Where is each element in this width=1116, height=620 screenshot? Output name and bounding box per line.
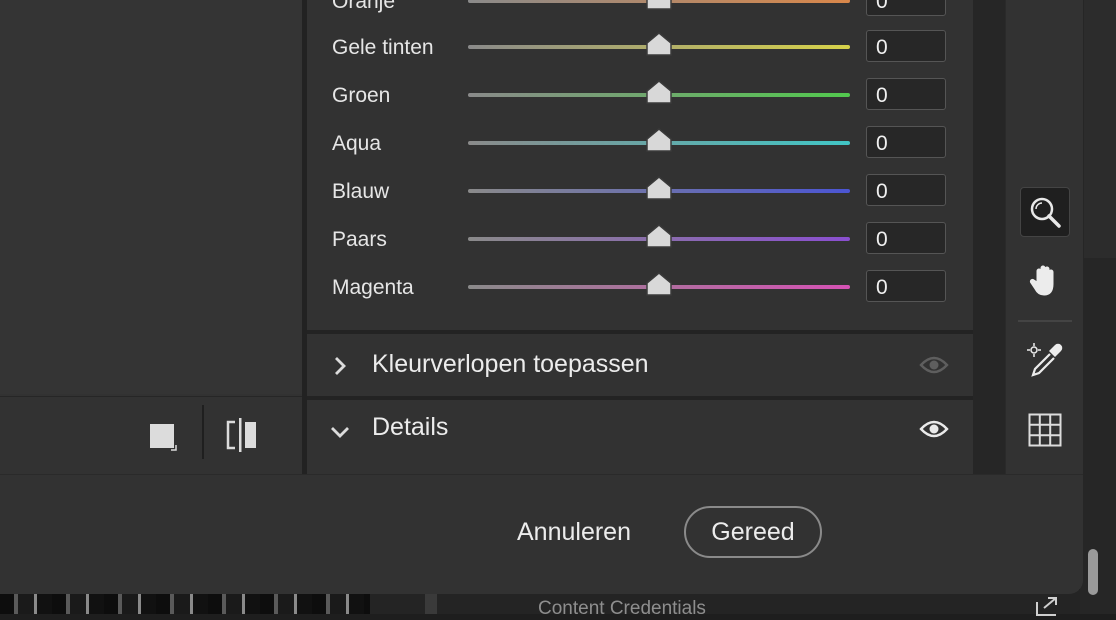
image-preview[interactable] — [0, 0, 302, 394]
external-link-icon[interactable] — [1034, 596, 1060, 616]
slider-thumb[interactable] — [645, 223, 673, 249]
background-color-button[interactable] — [142, 413, 186, 457]
content-credentials-label[interactable]: Content Credentials — [538, 598, 706, 620]
dialog-footer: Annuleren Gereed — [0, 474, 1083, 594]
color-sampler-button[interactable] — [1020, 336, 1070, 386]
slider-thumb[interactable] — [645, 31, 673, 57]
slider-thumb[interactable] — [645, 271, 673, 297]
slider-label: Gele tinten — [332, 36, 434, 59]
slider-label: Magenta — [332, 276, 414, 299]
slider-row: Aqua 0 — [307, 124, 973, 164]
grid-tool-button[interactable] — [1020, 405, 1070, 455]
done-button[interactable]: Gereed — [684, 506, 822, 558]
slider-label: Groen — [332, 84, 391, 107]
slider-value-input[interactable]: 0 — [866, 174, 946, 206]
tool-separator — [1018, 320, 1072, 322]
chevron-right-icon — [335, 357, 346, 375]
section-title: Details — [372, 413, 449, 441]
background-square-icon — [150, 424, 177, 451]
slider-thumb[interactable] — [645, 79, 673, 105]
slider-row: Magenta 0 — [307, 268, 973, 308]
compare-button[interactable] — [220, 413, 264, 457]
hand-icon — [1029, 265, 1054, 296]
slider-row: Gele tinten 0 — [307, 28, 973, 68]
grid-icon — [1028, 413, 1062, 447]
edit-dialog: Oranje 0 Gele tinten 0 Groen 0 Aqua 0 Blauw 0 Paar… — [0, 0, 1083, 594]
slider-value-input[interactable]: 0 — [866, 30, 946, 62]
slider-row: Blauw 0 — [307, 172, 973, 212]
slider-value-input[interactable]: 0 — [866, 222, 946, 254]
section-details[interactable]: Details — [307, 400, 973, 462]
app-right-sidebar — [1080, 0, 1116, 614]
color-mixer-panel: Oranje 0 Gele tinten 0 Groen 0 Aqua 0 Blauw 0 Paar… — [307, 0, 973, 330]
scrollbar-thumb[interactable] — [1088, 549, 1098, 595]
hand-tool-button[interactable] — [1020, 255, 1070, 305]
toolbar-separator — [202, 405, 204, 459]
slider-value-input[interactable]: 0 — [866, 126, 946, 158]
slider-value-input[interactable]: 0 — [866, 270, 946, 302]
chevron-down-icon — [331, 427, 349, 438]
section-title: Kleurverlopen toepassen — [372, 350, 649, 378]
slider-label: Paars — [332, 228, 387, 251]
slider-value-input[interactable]: 0 — [866, 78, 946, 110]
magnifier-icon — [1030, 197, 1061, 228]
compare-split-icon — [226, 418, 256, 452]
slider-label: Blauw — [332, 180, 390, 203]
slider-thumb[interactable] — [645, 175, 673, 201]
slider-row: Paars 0 — [307, 220, 973, 260]
eye-icon[interactable] — [919, 417, 949, 441]
slider-thumb[interactable] — [645, 0, 673, 11]
eyedropper-icon — [1027, 343, 1063, 377]
slider-row: Oranje 0 — [307, 0, 973, 22]
preview-toolbar — [0, 396, 302, 473]
panel-gap — [973, 0, 1005, 474]
slider-label: Aqua — [332, 132, 382, 155]
slider-thumb[interactable] — [645, 127, 673, 153]
slider-label: Oranje — [332, 0, 396, 13]
section-gradients[interactable]: Kleurverlopen toepassen — [307, 334, 973, 396]
panel-divider — [425, 592, 437, 614]
cancel-button[interactable]: Annuleren — [506, 507, 642, 557]
eye-icon[interactable] — [919, 353, 949, 377]
slider-row: Groen 0 — [307, 76, 973, 116]
zoom-tool-button[interactable] — [1020, 187, 1070, 237]
tool-strip — [1005, 0, 1083, 474]
slider-value-input[interactable]: 0 — [866, 0, 946, 16]
sidebar-edge — [1084, 0, 1116, 258]
filmstrip[interactable] — [0, 592, 370, 614]
